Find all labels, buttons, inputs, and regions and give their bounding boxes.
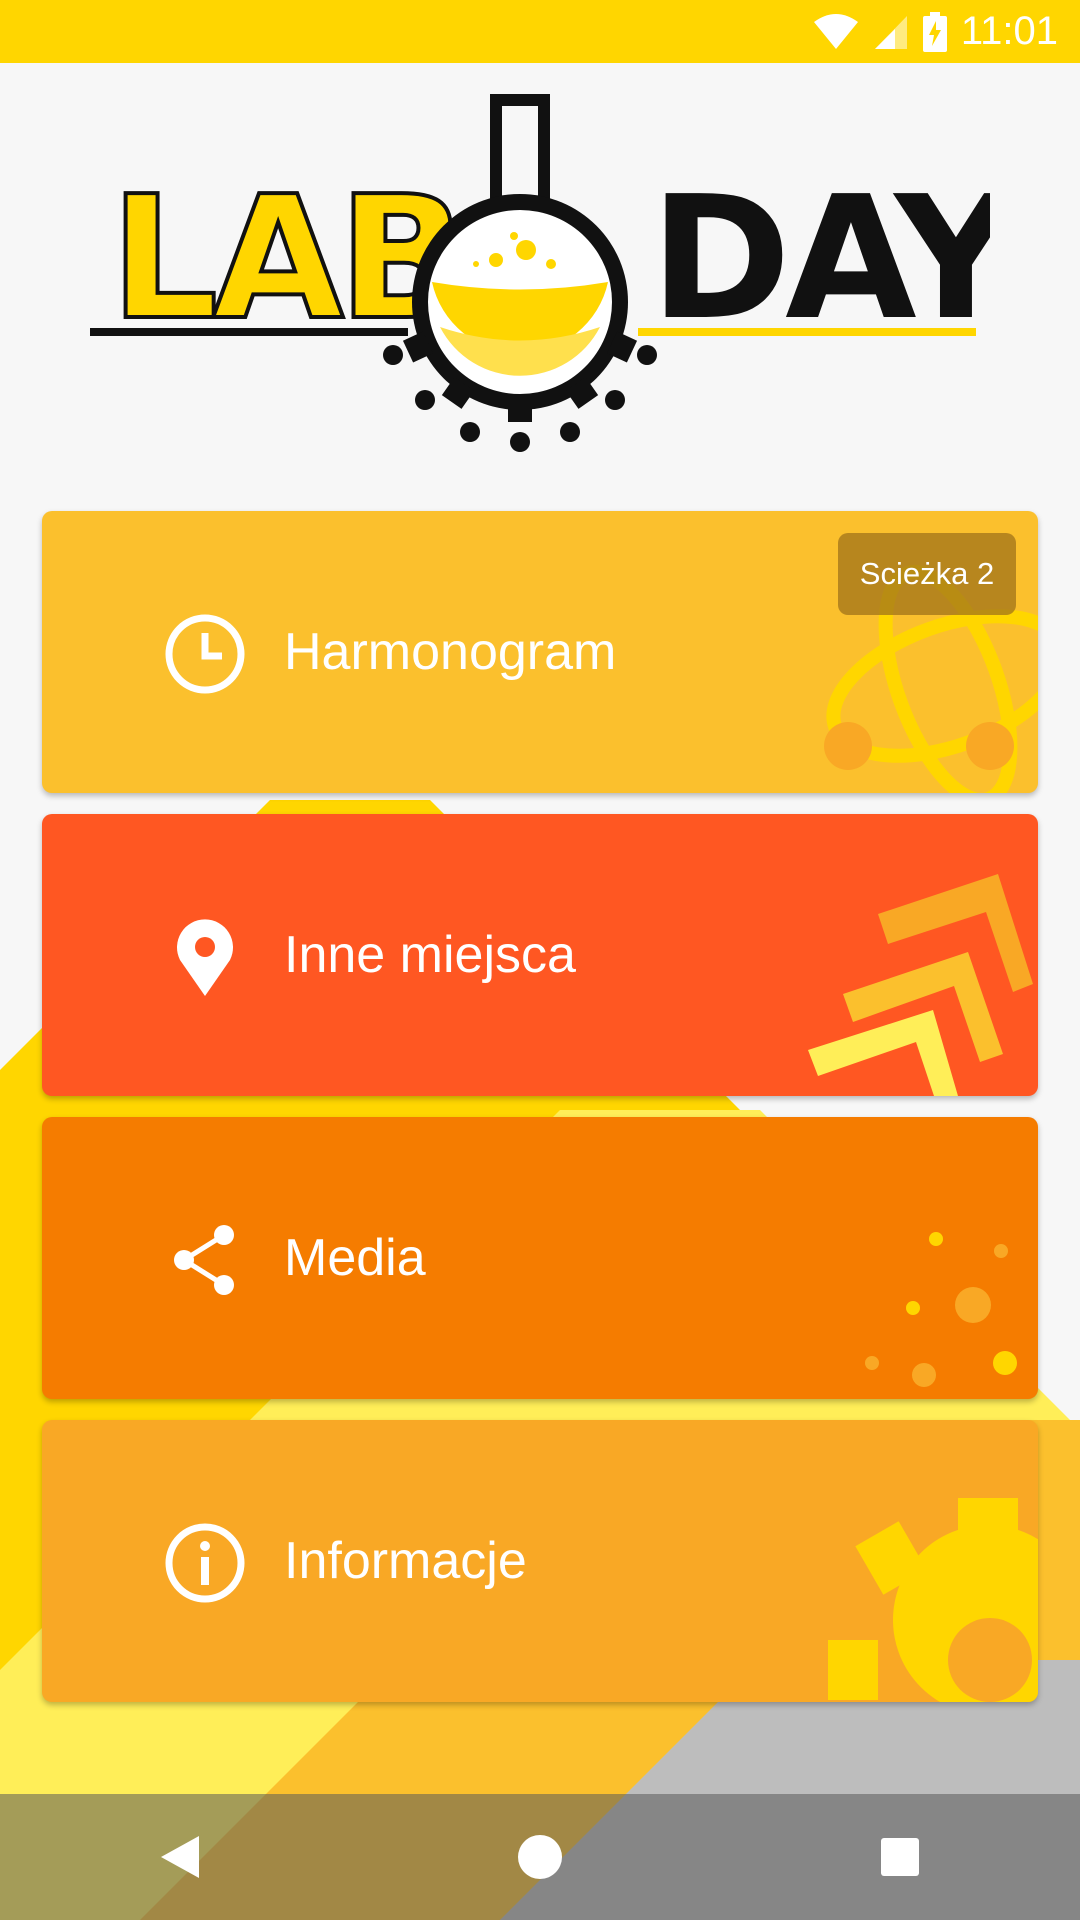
home-icon [518, 1835, 562, 1879]
location-pin-icon [162, 914, 248, 1000]
informacje-label: Informacje [284, 1532, 527, 1590]
recents-button[interactable] [837, 1794, 963, 1920]
harmonogram-card[interactable]: Harmonogram Scieżka 2 [42, 511, 1038, 793]
battery-charging-icon [922, 11, 947, 52]
recents-icon [881, 1838, 919, 1876]
share-icon [162, 1217, 248, 1303]
back-button[interactable] [117, 1794, 243, 1920]
gear-decoration [828, 1498, 1038, 1702]
track-badge: Scieżka 2 [838, 533, 1016, 615]
media-card[interactable]: Media [42, 1117, 1038, 1399]
inne-miejsca-label: Inne miejsca [284, 926, 576, 984]
wifi-icon [813, 13, 859, 50]
labday-logo: LAB DAY [90, 94, 990, 452]
signal-icon [873, 14, 909, 50]
bubbles-decoration [865, 1232, 1017, 1387]
status-bar: 11:01 [0, 0, 1080, 63]
back-icon [161, 1836, 199, 1878]
info-icon [162, 1520, 248, 1606]
informacje-card[interactable]: Informacje [42, 1420, 1038, 1702]
harmonogram-label: Harmonogram [284, 623, 617, 681]
inne-miejsca-card[interactable]: Inne miejsca [42, 814, 1038, 1096]
chevrons-decoration [808, 874, 1033, 1096]
status-time: 11:01 [960, 9, 1058, 53]
media-label: Media [284, 1229, 426, 1287]
navigation-bar [0, 1794, 1080, 1920]
clock-icon [162, 611, 248, 697]
home-button[interactable] [477, 1794, 603, 1920]
